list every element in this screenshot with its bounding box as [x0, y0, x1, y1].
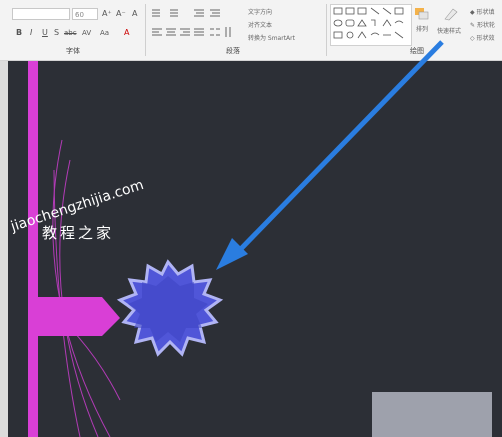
magenta-connector [38, 297, 120, 336]
decorative-curves [39, 139, 121, 437]
blurred-region [372, 392, 492, 437]
magenta-vertical-bar [28, 61, 38, 437]
slide-artwork [0, 40, 492, 437]
watermark-chinese: 教程之家 [42, 224, 115, 242]
slide-panel-edge [0, 61, 8, 437]
pointer-arrow [216, 40, 444, 270]
